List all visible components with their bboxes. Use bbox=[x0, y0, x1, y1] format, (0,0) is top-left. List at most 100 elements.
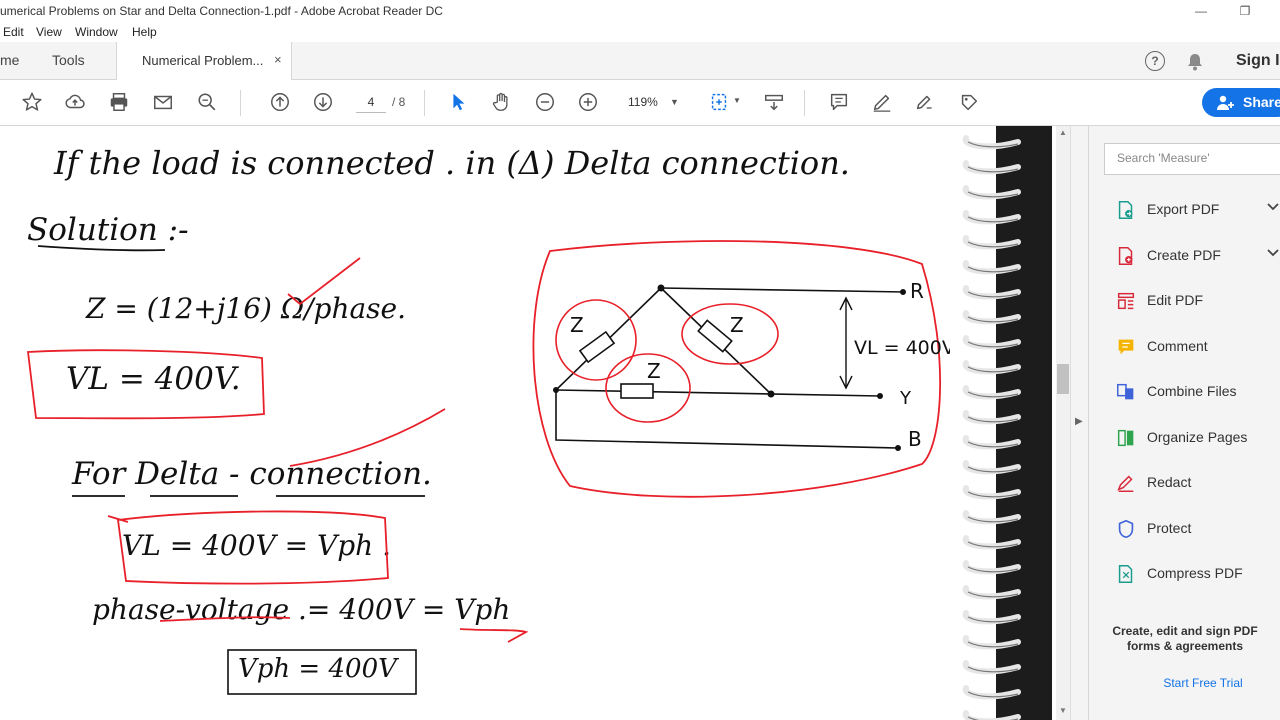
redact-icon bbox=[1117, 475, 1134, 492]
tool-organize-pages[interactable]: Organize Pages bbox=[1089, 419, 1280, 457]
fit-page-icon bbox=[711, 93, 727, 111]
document-scrollbar[interactable]: ▲ ▼ bbox=[1056, 126, 1070, 720]
impedance-right bbox=[697, 319, 733, 353]
tool-combine-files[interactable]: Combine Files bbox=[1089, 373, 1280, 411]
bookmark-button[interactable] bbox=[19, 89, 45, 115]
compress-pdf-icon bbox=[1118, 565, 1133, 583]
close-tab-icon[interactable]: × bbox=[274, 52, 282, 67]
share-label: Share bbox=[1243, 94, 1280, 110]
select-tool-button[interactable] bbox=[445, 89, 471, 115]
terminal-y-label: Y bbox=[899, 388, 912, 409]
promo-text: Create, edit and sign PDF forms & agreem… bbox=[1089, 624, 1280, 654]
share-button[interactable]: Share bbox=[1202, 88, 1280, 117]
fit-page-chevron-icon[interactable]: ▼ bbox=[733, 96, 741, 105]
cursor-arrow-icon bbox=[453, 93, 465, 111]
promo-line-1: Create, edit and sign PDF bbox=[1112, 624, 1258, 638]
zoom-in-button[interactable] bbox=[575, 89, 601, 115]
vph-result-box bbox=[227, 649, 417, 695]
tool-export-pdf[interactable]: Export PDF bbox=[1089, 191, 1280, 229]
menu-window[interactable]: Window bbox=[75, 25, 118, 39]
tool-edit-pdf[interactable]: Edit PDF bbox=[1089, 282, 1280, 320]
tab-tools[interactable]: Tools bbox=[52, 42, 85, 79]
scroll-mode-button[interactable] bbox=[761, 89, 787, 115]
zoom-out-button[interactable] bbox=[532, 89, 558, 115]
document-page[interactable]: If the load is connected . in (Δ) Delta … bbox=[0, 126, 1056, 720]
terminal-b-dot bbox=[895, 445, 901, 451]
tool-label: Edit PDF bbox=[1147, 292, 1204, 308]
panel-collapse-strip[interactable]: ▶ bbox=[1070, 126, 1089, 720]
tool-label: Compress PDF bbox=[1147, 565, 1243, 581]
solution-underline bbox=[37, 245, 166, 252]
impedance-bottom bbox=[620, 383, 654, 399]
impedance-left bbox=[578, 330, 616, 364]
tag-pencil-icon bbox=[961, 94, 978, 111]
tool-create-pdf[interactable]: Create PDF bbox=[1089, 237, 1280, 275]
zoom-search-icon bbox=[198, 93, 216, 111]
fit-page-button[interactable] bbox=[706, 89, 732, 115]
node-right bbox=[767, 390, 775, 398]
tool-comment[interactable]: Comment bbox=[1089, 328, 1280, 366]
terminal-r-label: R bbox=[910, 279, 924, 303]
menu-bar: Edit View Window Help bbox=[0, 22, 1280, 42]
tab-document[interactable]: Numerical Problem... × bbox=[116, 42, 292, 80]
scrollbar-thumb[interactable] bbox=[1057, 364, 1069, 394]
more-tools-button[interactable] bbox=[956, 89, 982, 115]
next-page-button[interactable] bbox=[310, 89, 336, 115]
toolbar-separator bbox=[424, 90, 425, 116]
plus-circle-icon bbox=[579, 93, 597, 111]
z-label-bottom: Z bbox=[647, 359, 661, 383]
menu-edit[interactable]: Edit bbox=[3, 25, 24, 39]
chevron-right-icon[interactable]: ▶ bbox=[1075, 416, 1083, 427]
line-y bbox=[555, 389, 881, 397]
start-free-trial-link[interactable]: Start Free Trial bbox=[1089, 676, 1280, 690]
scroll-down-icon[interactable]: ▼ bbox=[1059, 706, 1067, 715]
notebook-binding bbox=[962, 126, 1052, 720]
phase-voltage-underline bbox=[159, 616, 291, 622]
node-left bbox=[553, 387, 559, 393]
find-button[interactable] bbox=[194, 89, 220, 115]
email-button[interactable] bbox=[150, 89, 176, 115]
bell-icon[interactable] bbox=[1186, 52, 1204, 72]
envelope-icon bbox=[154, 95, 172, 110]
hand-tool-button[interactable] bbox=[488, 89, 514, 115]
minus-circle-icon bbox=[536, 93, 554, 111]
page-total: / 8 bbox=[392, 95, 406, 109]
print-button[interactable] bbox=[106, 89, 132, 115]
minimize-button[interactable]: — bbox=[1178, 0, 1224, 22]
menu-view[interactable]: View bbox=[36, 25, 62, 39]
sign-in-button[interactable]: Sign I bbox=[1236, 52, 1280, 70]
printer-icon bbox=[110, 93, 128, 111]
cloud-upload-icon bbox=[65, 94, 85, 109]
restore-button[interactable]: ❐ bbox=[1222, 0, 1268, 22]
chevron-down-icon[interactable] bbox=[1267, 201, 1279, 215]
tool-protect[interactable]: Protect bbox=[1089, 510, 1280, 548]
highlight-tool-button[interactable] bbox=[869, 89, 895, 115]
tool-label: Comment bbox=[1147, 337, 1208, 354]
minimize-icon: — bbox=[1195, 4, 1207, 18]
help-icon[interactable]: ? bbox=[1145, 51, 1165, 71]
delta-relation-box bbox=[116, 510, 389, 585]
previous-page-button[interactable] bbox=[267, 89, 293, 115]
menu-help[interactable]: Help bbox=[132, 25, 157, 39]
comment-tool-button[interactable] bbox=[826, 89, 852, 115]
create-pdf-icon bbox=[1118, 246, 1133, 265]
tool-label: Combine Files bbox=[1147, 383, 1237, 399]
upload-button[interactable] bbox=[62, 89, 88, 115]
page-number-input[interactable]: 4 bbox=[356, 92, 386, 113]
sign-tool-button[interactable] bbox=[912, 89, 938, 115]
tool-redact[interactable]: Redact bbox=[1089, 464, 1280, 502]
tool-label: Redact bbox=[1147, 474, 1192, 490]
scroll-up-icon[interactable]: ▲ bbox=[1059, 128, 1067, 137]
protect-icon bbox=[1118, 519, 1134, 538]
delta-circuit-diagram: Z Z Z R Y B VL = 400V bbox=[532, 240, 950, 498]
combine-files-icon bbox=[1117, 383, 1134, 400]
tab-home[interactable]: me bbox=[0, 42, 19, 79]
circuit-highlight-outline bbox=[532, 240, 942, 498]
scroll-mode-icon bbox=[765, 94, 783, 111]
node-top bbox=[657, 284, 665, 292]
search-tools-input[interactable]: Search 'Measure' bbox=[1104, 143, 1280, 175]
tool-label: Protect bbox=[1147, 519, 1192, 536]
tool-compress-pdf[interactable]: Compress PDF bbox=[1089, 555, 1280, 593]
chevron-down-icon[interactable] bbox=[1267, 247, 1279, 261]
zoom-level-dropdown[interactable]: 119% ▼ bbox=[620, 92, 684, 112]
